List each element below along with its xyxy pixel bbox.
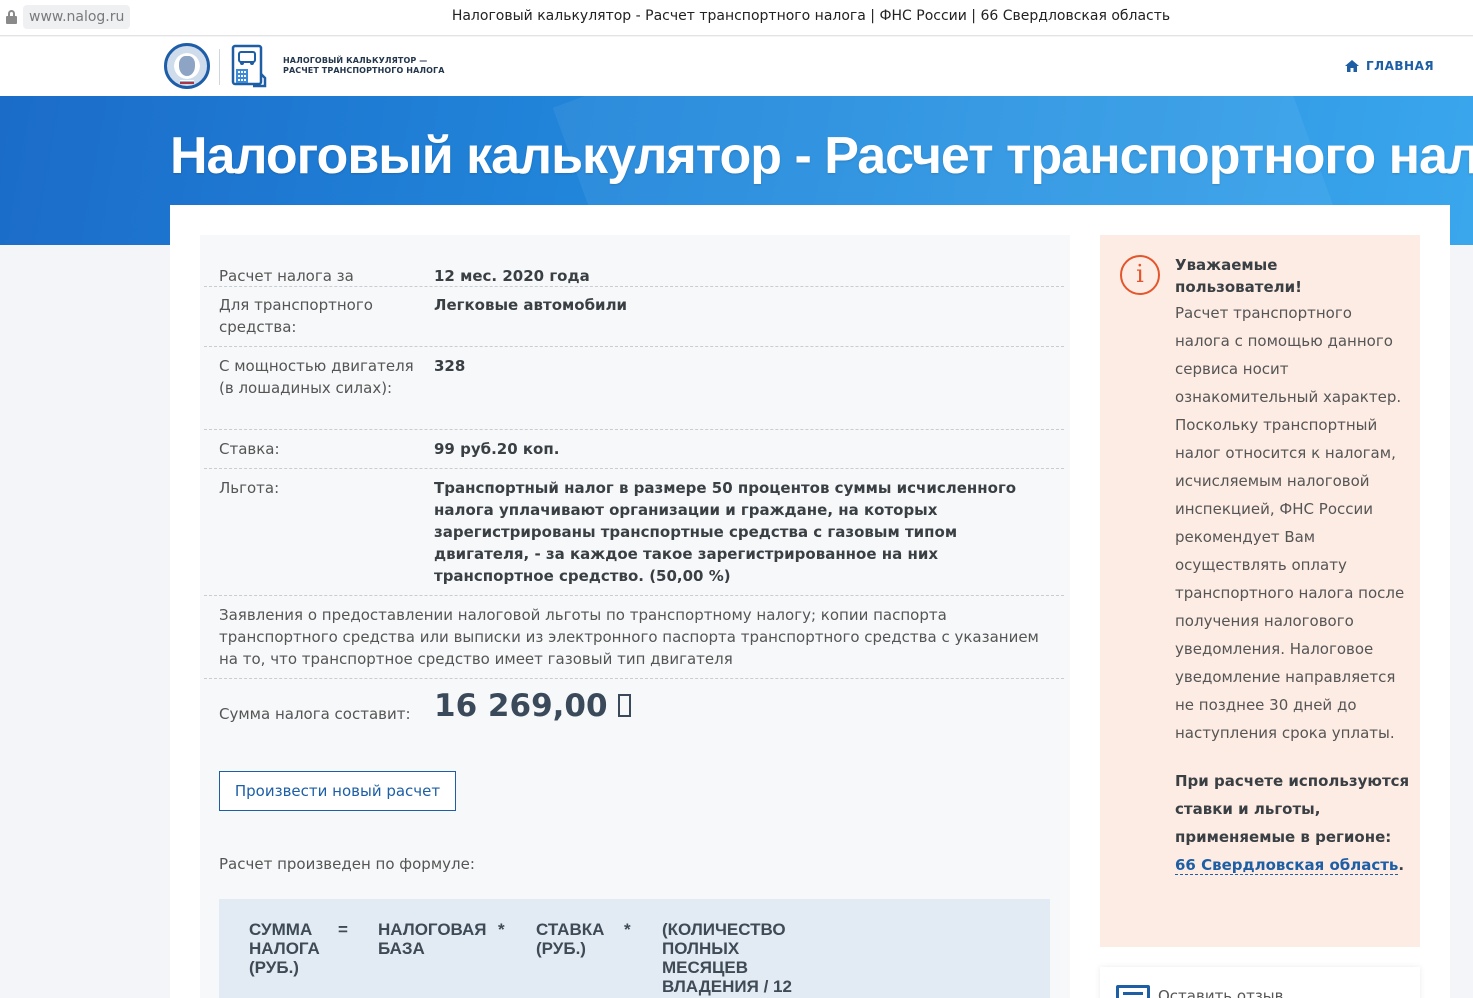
formula-sum: СУММА НАЛОГА (РУБ.)	[249, 920, 320, 977]
tax-sum-label: Сумма налога составит:	[219, 705, 411, 723]
result-value: 99 руб.20 коп.	[434, 440, 560, 458]
notice-title: Уважаемые пользователи!	[1175, 256, 1302, 296]
calculator-car-icon[interactable]	[231, 44, 267, 88]
header-divider	[219, 49, 220, 85]
nav-home-link[interactable]: ГЛАВНАЯ	[1345, 57, 1434, 75]
notice-region-info: При расчете используются ставки и льготы…	[1175, 772, 1410, 875]
feedback-widget[interactable]: Оставить отзыв	[1100, 967, 1420, 998]
formula-base: НАЛОГОВАЯ БАЗА	[378, 920, 487, 958]
fns-emblem-icon[interactable]	[164, 43, 210, 89]
user-notice: i Уважаемые пользователи! Расчет транспо…	[1100, 235, 1420, 947]
browser-bar: www.nalog.ru Налоговый калькулятор - Рас…	[0, 0, 1473, 36]
feedback-label: Оставить отзыв	[1158, 987, 1284, 998]
new-calculation-button[interactable]: Произвести новый расчет	[219, 771, 456, 811]
formula-rate: СТАВКА (РУБ.)	[536, 920, 605, 958]
formula-multiply: *	[498, 920, 505, 939]
result-row-rate: Ставка: 99 руб.20 коп.	[204, 430, 1064, 469]
result-row-engine-power: С мощностью двигателя (в лошадиных силах…	[204, 347, 1064, 430]
result-row-benefit: Льгота: Транспортный налог в размере 50 …	[204, 469, 1064, 596]
documents-note: Заявления о предоставлении налоговой льг…	[219, 606, 1039, 668]
result-value: Транспортный налог в размере 50 проценто…	[434, 479, 1017, 585]
result-label: Ставка:	[219, 440, 280, 458]
page-tab-title: Налоговый калькулятор - Расчет транспорт…	[451, 8, 1171, 24]
content-card: Расчет налога за 12 мес. 2020 года Для т…	[170, 205, 1450, 998]
formula-equals: =	[338, 920, 348, 939]
nav-home-label: ГЛАВНАЯ	[1366, 59, 1435, 73]
formula-label: Расчет произведен по формуле:	[219, 855, 475, 873]
result-label: Расчет налога за	[219, 267, 354, 285]
page-title: Налоговый калькулятор - Расчет транспорт…	[170, 127, 1473, 185]
result-value: Легковые автомобили	[434, 296, 628, 314]
home-icon	[1345, 60, 1359, 72]
result-value: 12 мес. 2020 года	[434, 267, 590, 285]
tax-sum-value: 16 269,00	[434, 688, 631, 724]
formula-box: СУММА НАЛОГА (РУБ.) = НАЛОГОВАЯ БАЗА * С…	[219, 899, 1050, 998]
info-icon: i	[1120, 255, 1160, 295]
result-row-vehicle-type: Для транспортного средства: Легковые авт…	[204, 287, 1064, 347]
site-header: НАЛОГОВЫЙ КАЛЬКУЛЯТОР — РАСЧЕТ ТРАНСПОРТ…	[0, 37, 1473, 96]
notice-body: Расчет транспортного налога с помощью да…	[1175, 304, 1405, 742]
result-value: 328	[434, 357, 466, 375]
feedback-icon	[1116, 985, 1150, 998]
result-row-period: Расчет налога за 12 мес. 2020 года	[204, 257, 1064, 287]
formula-multiply: *	[624, 920, 631, 939]
formula-months: (КОЛИЧЕСТВО ПОЛНЫХ МЕСЯЦЕВ ВЛАДЕНИЯ / 12…	[662, 920, 792, 998]
calculation-result-panel: Расчет налога за 12 мес. 2020 года Для т…	[200, 235, 1070, 998]
ruble-icon	[617, 694, 631, 717]
result-label: Льгота:	[219, 479, 280, 497]
result-label: С мощностью двигателя (в лошадиных силах…	[219, 357, 414, 397]
site-logo-text[interactable]: НАЛОГОВЫЙ КАЛЬКУЛЯТОР — РАСЧЕТ ТРАНСПОРТ…	[283, 56, 445, 76]
result-label: Для транспортного средства:	[219, 296, 373, 336]
result-row-documents: Заявления о предоставлении налоговой льг…	[204, 596, 1064, 679]
region-link[interactable]: 66 Свердловская область	[1175, 856, 1399, 875]
